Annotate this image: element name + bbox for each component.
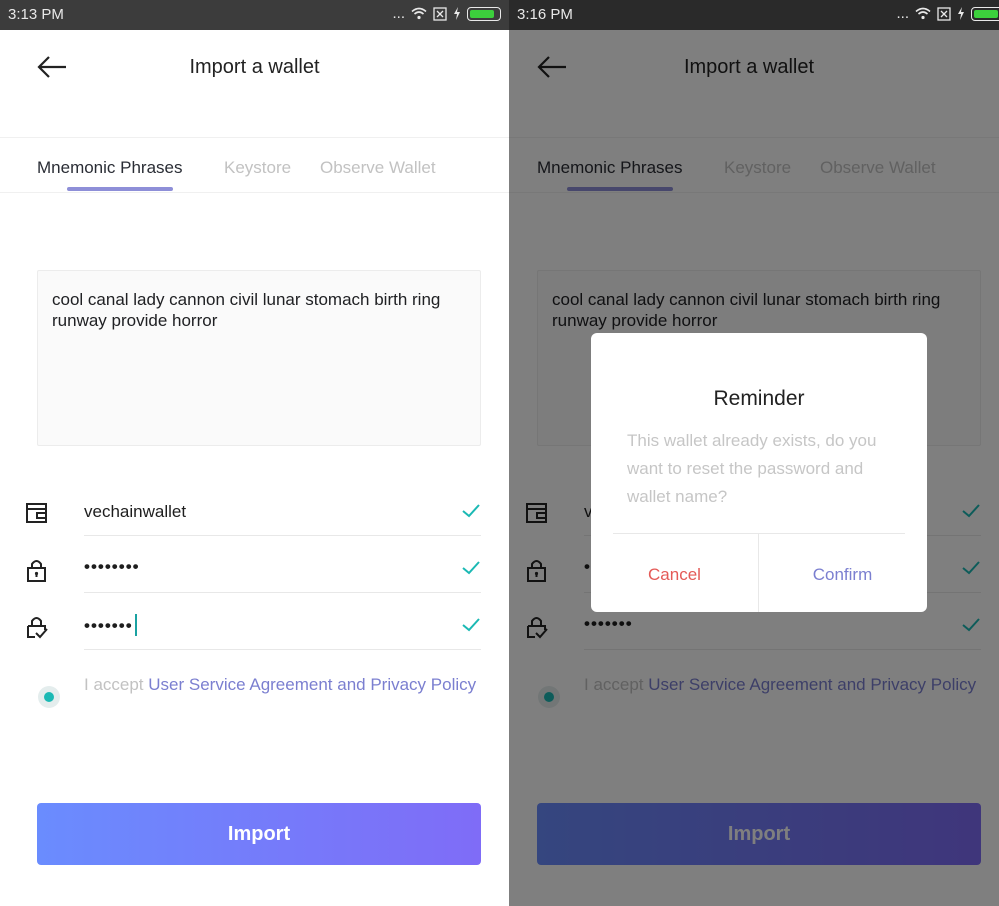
- battery-icon: [971, 6, 999, 21]
- status-icons: ...: [392, 5, 501, 22]
- password-value: ••••••••: [84, 557, 140, 576]
- status-icons: ...: [896, 5, 999, 22]
- wallet-name-field[interactable]: vechainwallet: [24, 494, 481, 536]
- dialog-title: Reminder: [713, 387, 805, 410]
- text-caret: [134, 614, 137, 636]
- charging-icon: [454, 7, 460, 20]
- page-title: Import a wallet: [189, 56, 320, 78]
- confirm-password-value: •••••••: [84, 616, 133, 635]
- field-underline: [84, 649, 481, 650]
- status-bar: 3:13 PM ...: [0, 0, 509, 30]
- charging-icon: [958, 7, 964, 20]
- lock-icon: [27, 560, 46, 582]
- field-underline: [84, 535, 481, 536]
- tab-mnemonic-phrases[interactable]: Mnemonic Phrases: [37, 158, 183, 178]
- check-icon: [462, 561, 480, 575]
- confirm-button[interactable]: Confirm: [759, 534, 926, 612]
- agree-radio[interactable]: [38, 686, 60, 708]
- check-icon: [462, 504, 480, 518]
- header: Import a wallet: [0, 30, 509, 138]
- status-bar: 3:16 PM ...: [509, 0, 999, 30]
- tab-bar: Mnemonic Phrases Keystore Observe Wallet: [0, 138, 509, 193]
- check-icon: [462, 618, 480, 632]
- wallet-name-value: vechainwallet: [84, 502, 187, 521]
- battery-icon: [467, 6, 501, 21]
- more-dots-icon: ...: [896, 5, 909, 22]
- mnemonic-input[interactable]: cool canal lady cannon civil lunar stoma…: [37, 270, 481, 446]
- status-time: 3:16 PM: [517, 6, 573, 23]
- sim-icon: [937, 6, 951, 21]
- field-underline: [84, 592, 481, 593]
- import-wallet-screen-dialog: 3:16 PM ... Import a wallet Mnemonic Phr…: [509, 0, 999, 906]
- import-button[interactable]: Import: [37, 803, 481, 865]
- dialog-message: This wallet already exists, do you want …: [627, 431, 877, 506]
- agreement-text: I accept User Service Agreement and Priv…: [84, 674, 478, 696]
- agreement-prefix: I accept: [84, 675, 149, 694]
- status-time: 3:13 PM: [8, 6, 64, 23]
- password-field[interactable]: ••••••••: [24, 551, 481, 593]
- sim-icon: [433, 6, 447, 21]
- more-dots-icon: ...: [392, 5, 405, 22]
- confirm-password-display: •••••••: [84, 614, 137, 636]
- cancel-button[interactable]: Cancel: [591, 534, 758, 612]
- tab-keystore[interactable]: Keystore: [224, 158, 291, 178]
- agreement-link[interactable]: User Service Agreement and Privacy Polic…: [148, 675, 476, 694]
- confirm-password-field[interactable]: •••••••: [24, 608, 481, 650]
- import-wallet-screen: 3:13 PM ... Import a wallet Mnemonic Phr…: [0, 0, 509, 906]
- tab-observe-wallet[interactable]: Observe Wallet: [320, 158, 436, 178]
- active-tab-indicator: [67, 187, 173, 191]
- wifi-icon: [915, 7, 931, 20]
- wifi-icon: [411, 7, 427, 20]
- reminder-dialog: Reminder This wallet already exists, do …: [591, 333, 927, 612]
- wallet-icon: [26, 503, 47, 523]
- lock-check-icon: [27, 617, 48, 639]
